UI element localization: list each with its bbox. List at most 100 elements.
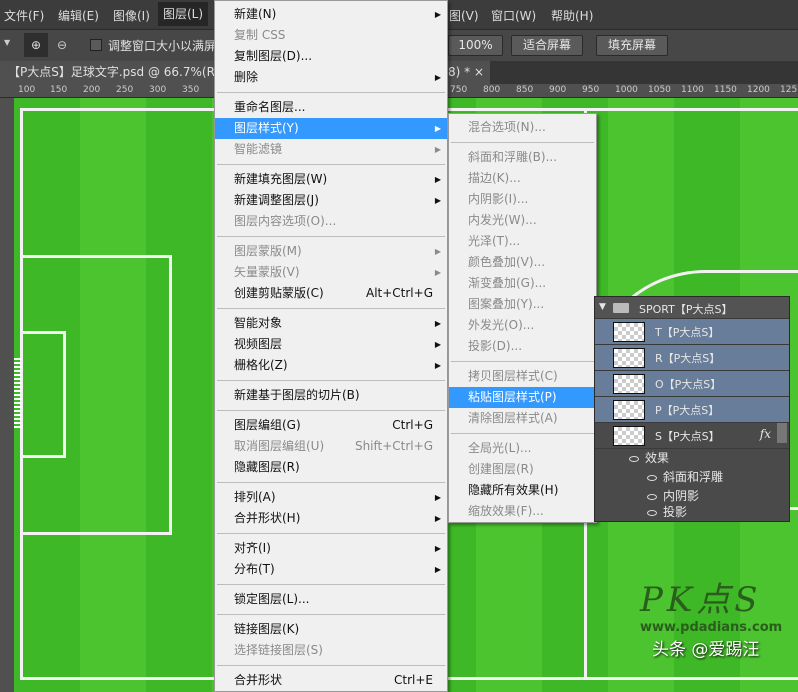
zoom-100-button[interactable]: 100% [448,35,503,56]
layer-name: T【P大点S】 [655,326,720,339]
folder-icon [613,303,629,313]
menu-item: 内阴影(I)... [449,189,596,210]
eye-icon[interactable] [647,493,657,500]
ruler-tick-label: 125 [780,85,798,95]
expand-triangle-icon[interactable]: ▼ [599,302,606,312]
menu-item: 描边(K)... [449,168,596,189]
ruler-tick-label: 900 [549,85,567,95]
effect-label: 斜面和浮雕 [663,470,724,484]
menu-help[interactable]: 帮助(H) [551,7,593,24]
effect-row[interactable]: 投影 [647,503,687,520]
document-tab-close[interactable]: 8) * × [448,61,484,84]
submenu-arrow-icon: ▶ [434,124,441,133]
menu-item[interactable]: 删除 ▶ [215,67,447,88]
scrollbar[interactable] [777,423,787,443]
effects-row[interactable]: 效果 [629,449,669,466]
menu-item-label: 隐藏所有效果(H) [468,483,559,497]
menu-window[interactable]: 窗口(W) [491,7,536,24]
fill-screen-button[interactable]: 填充屏幕 [596,35,668,56]
menu-view[interactable]: 图(V) [449,7,479,24]
layer-menu: 新建(N) ▶ 复制 CSS 复制图层(D)... 删除 ▶ 重命名图层... 图层样式(Y)… [214,0,448,692]
menu-item[interactable]: 重命名图层... [215,97,447,118]
ruler-tick-label: 800 [483,85,501,95]
menu-item[interactable]: 图层样式(Y) ▶ [215,118,447,139]
menu-item: 颜色叠加(V)... [449,252,596,273]
menu-item[interactable]: 排列(A) ▶ [215,487,447,508]
menu-item: 渐变叠加(G)... [449,273,596,294]
menu-item: 外发光(O)... [449,315,596,336]
menu-item-label: 隐藏图层(R) [234,460,300,474]
ruler-tick-label: 850 [516,85,534,95]
menu-layer[interactable]: 图层(L) [158,2,209,26]
menu-item[interactable]: 智能对象 ▶ [215,313,447,334]
ruler-tick-label: 1150 [714,85,737,95]
menu-item[interactable]: 隐藏图层(R) [215,457,447,478]
layer-row[interactable]: P【P大点S】 [595,397,789,423]
menu-item[interactable]: 合并形状(H) ▶ [215,508,447,529]
menu-file[interactable]: 文件(F) [4,7,44,24]
menu-item[interactable]: 视频图层 ▶ [215,334,447,355]
ruler-tick-label: 1000 [615,85,638,95]
submenu-arrow-icon: ▶ [434,268,441,277]
fx-icon[interactable]: fx [760,427,771,441]
menu-item[interactable]: 锁定图层(L)... [215,589,447,610]
eye-icon[interactable] [647,474,657,481]
menu-item-label: 矢量蒙版(V) [234,265,300,279]
effect-row[interactable]: 斜面和浮雕 [647,468,723,485]
menu-edit[interactable]: 编辑(E) [58,7,99,24]
menu-item: 图层内容选项(O)... [215,211,447,232]
menu-shortcut: Alt+Ctrl+G [365,286,433,300]
menu-item-label: 图层蒙版(M) [234,244,302,258]
menu-item[interactable]: 栅格化(Z) ▶ [215,355,447,376]
goal-net [14,358,21,428]
menu-item-label: 合并形状 [234,673,283,687]
menu-item[interactable]: 链接图层(K) [215,619,447,640]
eye-icon[interactable] [629,455,639,462]
layer-group-row[interactable]: ▼ SPORT【P大点S】 [595,297,789,319]
fit-screen-button[interactable]: 适合屏幕 [511,35,583,56]
menu-item[interactable]: 新建填充图层(W) ▶ [215,169,447,190]
watermark: PK点S www.pdadians.com 头条 @爱踢汪 [640,580,782,661]
menu-image[interactable]: 图像(I) [113,7,150,24]
menu-item[interactable]: 分布(T) ▶ [215,559,447,580]
menu-item[interactable]: 复制图层(D)... [215,46,447,67]
menu-item[interactable]: 新建调整图层(J) ▶ [215,190,447,211]
menu-item-label: 光泽(T)... [468,234,521,248]
layer-row[interactable]: T【P大点S】 [595,319,789,345]
layer-row[interactable]: S【P大点S】 fx [595,423,789,449]
zoom-out-icon[interactable]: ⊖ [52,33,72,57]
goal-area [20,331,66,458]
menu-item: 内发光(W)... [449,210,596,231]
menu-item: 选择链接图层(S) [215,640,447,661]
menu-item-label: 缩放效果(F)... [468,504,544,518]
menu-item-label: 创建图层(R) [468,462,534,476]
menu-item: 斜面和浮雕(B)... [449,147,596,168]
resize-window-checkbox[interactable] [90,39,102,51]
menu-item[interactable]: 新建基于图层的切片(B) [215,385,447,406]
zoom-in-icon[interactable]: ⊕ [24,33,48,57]
layer-row[interactable]: O【P大点S】 [595,371,789,397]
effect-label: 内阴影 [663,489,700,503]
layer-thumbnail [613,348,645,368]
menu-item[interactable]: 新建(N) ▶ [215,4,447,25]
tool-dropdown-icon[interactable]: ▼ [4,38,10,47]
menu-item[interactable]: 创建剪贴蒙版(C) Alt+Ctrl+G [215,283,447,304]
effect-row[interactable]: 内阴影 [647,487,699,504]
ruler-tick-label: 750 [450,85,468,95]
menu-item-label: 链接图层(K) [234,622,300,636]
menu-item[interactable]: 合并形状 Ctrl+E [215,670,447,691]
menu-separator [217,164,445,165]
menu-item[interactable]: 隐藏所有效果(H) [449,480,596,501]
menu-item[interactable]: 粘贴图层样式(P) [449,387,596,408]
group-name: SPORT【P大点S】 [639,303,733,316]
menu-separator [217,533,445,534]
menu-item-label: 外发光(O)... [468,318,535,332]
menu-item: 全局光(L)... [449,438,596,459]
menu-item-label: 新建填充图层(W) [234,172,328,186]
eye-icon[interactable] [647,509,657,516]
menu-item[interactable]: 对齐(I) ▶ [215,538,447,559]
menu-item[interactable]: 图层编组(G) Ctrl+G [215,415,447,436]
effect-label: 投影 [663,505,688,519]
layer-row[interactable]: R【P大点S】 [595,345,789,371]
menu-separator [217,92,445,93]
